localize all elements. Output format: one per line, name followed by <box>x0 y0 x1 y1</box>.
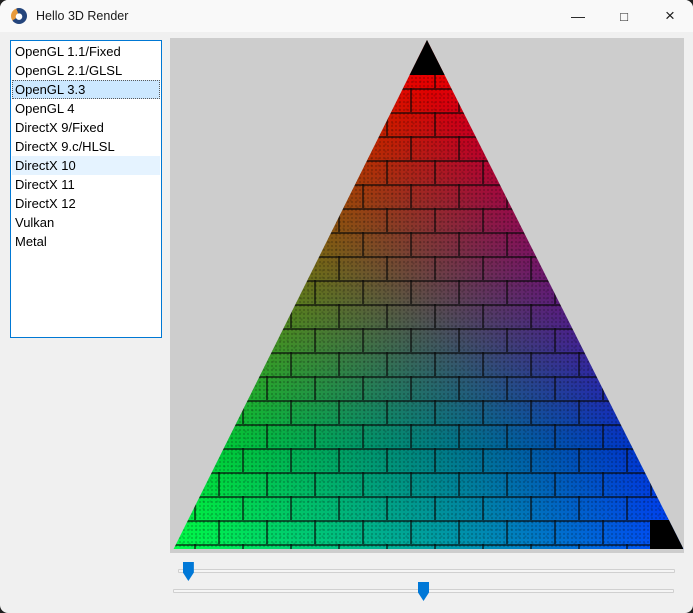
list-item-directx-9[interactable]: DirectX 9/Fixed <box>12 118 160 137</box>
close-button[interactable]: × <box>647 0 693 32</box>
titlebar: Hello 3D Render — □ × <box>0 0 693 32</box>
list-item-directx-10[interactable]: DirectX 10 <box>12 156 160 175</box>
close-icon: × <box>665 6 675 26</box>
app-icon <box>11 8 27 24</box>
list-item-metal[interactable]: Metal <box>12 232 160 251</box>
app-window: Hello 3D Render — □ × OpenGL 1.1/Fixed O… <box>0 0 693 613</box>
list-item-vulkan[interactable]: Vulkan <box>12 213 160 232</box>
maximize-button[interactable]: □ <box>601 0 647 32</box>
window-title: Hello 3D Render <box>36 9 128 23</box>
slider-1-track[interactable] <box>178 569 675 573</box>
slider-1[interactable] <box>178 562 675 582</box>
list-item-directx-9c[interactable]: DirectX 9.c/HLSL <box>12 137 160 156</box>
list-item-opengl-4[interactable]: OpenGL 4 <box>12 99 160 118</box>
render-viewport[interactable] <box>170 38 684 553</box>
rgb-brick-triangle <box>170 40 684 549</box>
minimize-button[interactable]: — <box>555 0 601 32</box>
slider-1-thumb[interactable] <box>183 562 194 581</box>
slider-2-thumb[interactable] <box>418 582 429 601</box>
slider-2[interactable] <box>173 582 674 602</box>
triangle-black-tip <box>170 40 684 75</box>
list-item-directx-11[interactable]: DirectX 11 <box>12 175 160 194</box>
list-item-directx-12[interactable]: DirectX 12 <box>12 194 160 213</box>
minimize-icon: — <box>571 8 585 24</box>
triangle-black-corner <box>650 520 683 549</box>
list-item-opengl-2-1[interactable]: OpenGL 2.1/GLSL <box>12 61 160 80</box>
window-controls: — □ × <box>555 0 693 32</box>
maximize-icon: □ <box>620 9 628 24</box>
list-item-opengl-1-1[interactable]: OpenGL 1.1/Fixed <box>12 42 160 61</box>
renderer-listbox[interactable]: OpenGL 1.1/Fixed OpenGL 2.1/GLSL OpenGL … <box>10 40 162 338</box>
list-item-opengl-3-3[interactable]: OpenGL 3.3 <box>12 80 160 99</box>
